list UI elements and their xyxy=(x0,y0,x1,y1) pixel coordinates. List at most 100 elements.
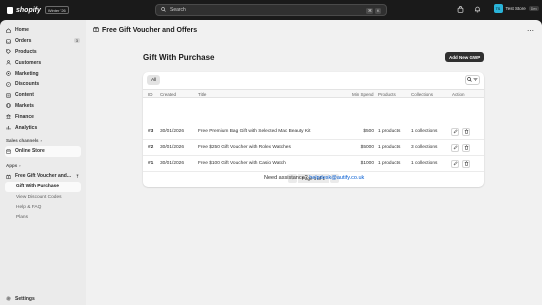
sidebar-item-label: Content xyxy=(15,92,34,99)
edit-icon[interactable] xyxy=(451,159,459,168)
sidebar-item-marketing[interactable]: Marketing xyxy=(0,68,86,79)
row-collections: 3 collections xyxy=(411,145,438,151)
shopify-bag-icon xyxy=(7,6,13,14)
sidebar-subitem-help-faq[interactable]: Help & FAQ xyxy=(0,202,86,212)
sidebar-subitem-plans[interactable]: Plans xyxy=(0,212,86,222)
col-collections: Collections xyxy=(411,92,434,98)
row-collections: 1 collections xyxy=(411,161,438,167)
top-bar: shopify Winter '26 Search ⌘ K TS Test St… xyxy=(0,0,542,20)
search-icon xyxy=(467,76,472,84)
col-title: Title xyxy=(198,92,207,98)
table-row[interactable]: #3 30/01/2026 Free Premium Bag Gift with… xyxy=(143,124,484,140)
discount-icon xyxy=(6,82,11,87)
store-menu[interactable]: TS Test Store Dev xyxy=(493,4,539,13)
sidebar-item-content[interactable]: Content xyxy=(0,90,86,101)
inbox-icon xyxy=(6,39,11,44)
row-products: 1 products xyxy=(378,161,401,167)
sidebar-item-label: Products xyxy=(15,48,37,55)
sidebar-item-label: Orders xyxy=(15,38,32,45)
sidebar-item-finance[interactable]: Finance xyxy=(0,111,86,122)
gear-icon xyxy=(6,296,11,301)
table-header: ID Created Title Min Spend Products Coll… xyxy=(143,89,484,98)
delete-icon[interactable] xyxy=(462,127,470,136)
section-label-text: Apps xyxy=(6,163,18,169)
sidebar-item-label: Customers xyxy=(15,59,42,66)
search-icon xyxy=(161,6,166,14)
sidebar-item-settings[interactable]: Settings xyxy=(0,293,86,304)
more-actions-icon[interactable]: ⋯ xyxy=(527,27,534,35)
bell-icon[interactable] xyxy=(473,5,482,14)
sidebar-item-customers[interactable]: Customers xyxy=(0,57,86,68)
sidebar-item-analytics[interactable]: Analytics xyxy=(0,122,86,133)
delete-icon[interactable] xyxy=(462,143,470,152)
brand-name: shopify xyxy=(16,6,41,14)
add-new-gwp-button[interactable]: Add New GWP xyxy=(445,52,485,62)
target-icon xyxy=(6,71,11,76)
chevron-right-icon: › xyxy=(40,138,42,144)
apps-label[interactable]: Apps › xyxy=(0,161,86,171)
shopify-logo[interactable]: shopify xyxy=(7,6,41,14)
bank-icon xyxy=(6,114,11,119)
store-avatar: TS xyxy=(493,4,503,13)
section-label-text: Sales channels xyxy=(6,138,39,144)
row-products: 1 products xyxy=(378,145,401,151)
helpdesk-email-link[interactable]: helpdesk@autify.co.uk xyxy=(309,175,364,181)
delete-icon[interactable] xyxy=(462,159,470,168)
sidebar-item-label: Markets xyxy=(15,102,34,109)
row-min-spend: $500 xyxy=(363,129,374,135)
sidebar-subitem-gift-with-purchase[interactable]: Gift With Purchase xyxy=(5,181,81,192)
row-min-spend: $1000 xyxy=(360,161,374,167)
sidebar-item-online-store[interactable]: Online Store xyxy=(5,145,81,157)
filter-icon xyxy=(473,77,478,84)
edit-icon[interactable] xyxy=(451,143,459,152)
orders-count-badge: 3 xyxy=(73,37,80,43)
assist-label: Need assistance? xyxy=(264,175,308,181)
row-min-spend: $5000 xyxy=(360,145,374,151)
page-title: Free Gift Voucher and Offers xyxy=(102,26,198,34)
col-id: ID xyxy=(148,92,153,98)
col-action: Action xyxy=(452,92,465,98)
sidebar-item-orders[interactable]: Orders 3 xyxy=(0,36,86,47)
sidebar-item-label: Settings xyxy=(15,295,35,302)
row-title: Free Premium Bag Gift with Selected Mac … xyxy=(198,129,311,135)
col-created: Created xyxy=(160,92,177,98)
sidebar-item-app[interactable]: Free Gift Voucher and... xyxy=(0,171,86,182)
sales-channels-label[interactable]: Sales channels › xyxy=(0,136,86,146)
sidebar-item-label: Analytics xyxy=(15,124,38,131)
gwp-table-card: All ID Created Title Min Spend Products … xyxy=(143,72,484,187)
row-products: 1 products xyxy=(378,129,401,135)
sidebar-item-label: Marketing xyxy=(15,70,39,77)
search-filter-button[interactable] xyxy=(465,75,480,85)
table-row[interactable]: #2 30/01/2026 Free $250 Gift Voucher wit… xyxy=(143,140,484,156)
table-row[interactable]: #1 30/01/2026 Free $100 Gift Voucher wit… xyxy=(143,156,484,172)
pin-icon[interactable] xyxy=(76,174,79,180)
sidebar-item-discounts[interactable]: Discounts xyxy=(0,79,86,90)
sidebar-item-label: Discounts xyxy=(15,81,40,88)
edit-icon[interactable] xyxy=(451,127,459,136)
store-name: Test Store xyxy=(505,6,526,11)
row-collections: 1 collections xyxy=(411,129,438,135)
row-created: 30/01/2026 xyxy=(160,161,185,167)
gift-icon xyxy=(6,174,11,179)
tag-icon xyxy=(6,49,11,55)
sidebar-item-markets[interactable]: Markets xyxy=(0,101,86,112)
search-shortcut: ⌘ K xyxy=(366,7,381,14)
sidebar-item-home[interactable]: Home xyxy=(0,25,86,36)
apps-bag-icon[interactable] xyxy=(456,5,465,14)
search-bar[interactable]: Search ⌘ K xyxy=(155,4,387,16)
search-placeholder: Search xyxy=(170,7,186,13)
sidebar-item-products[interactable]: Products xyxy=(0,47,86,58)
assistance-text: Need assistance? helpdesk@autify.co.uk xyxy=(264,175,364,181)
globe-icon xyxy=(6,103,11,109)
row-title: Free $100 Gift Voucher with Casio Watch xyxy=(198,161,286,167)
sidebar-item-label: Online Store xyxy=(15,148,45,155)
sidebar-item-label: Finance xyxy=(15,113,34,120)
sidebar-subitem-view-discount-codes[interactable]: View Discount Codes xyxy=(0,192,86,202)
dev-badge: Dev xyxy=(528,6,539,11)
store-icon xyxy=(6,149,11,154)
home-icon xyxy=(6,28,11,33)
k-key: K xyxy=(375,7,381,14)
row-id: #2 xyxy=(148,145,154,151)
tab-all[interactable]: All xyxy=(147,75,161,85)
row-id: #1 xyxy=(148,161,154,167)
